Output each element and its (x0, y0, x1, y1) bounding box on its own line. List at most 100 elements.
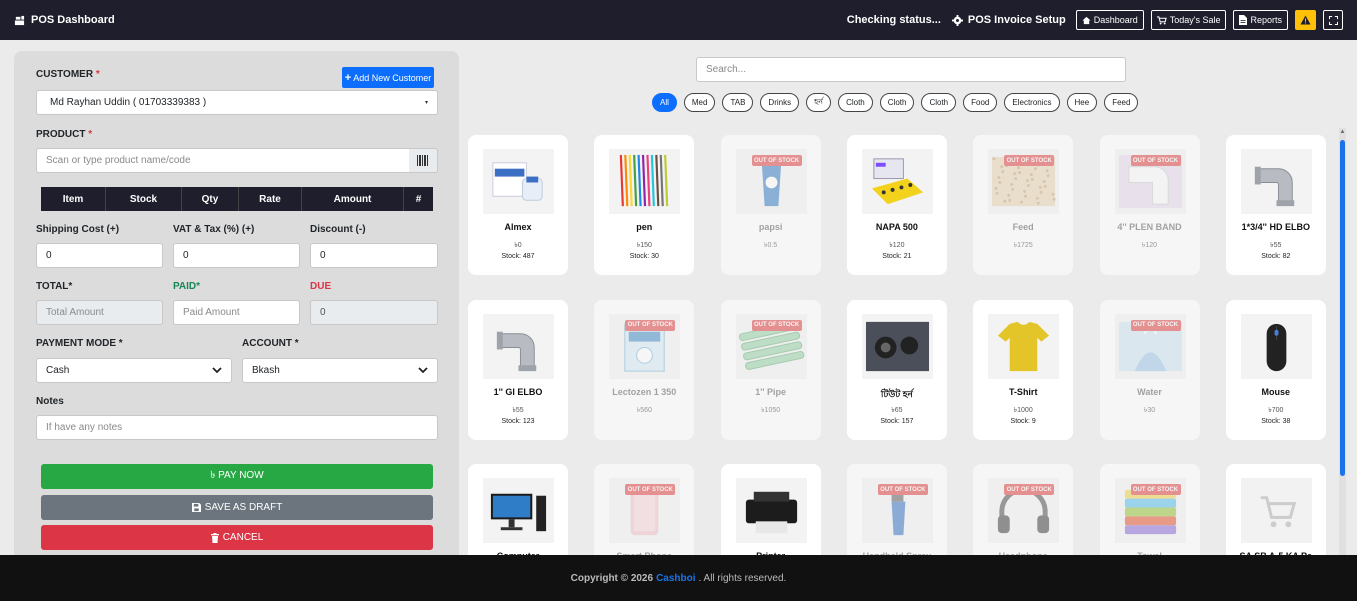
pay-now-label: ৳ PAY NOW (210, 470, 264, 481)
category-filter-0[interactable]: All (652, 93, 677, 112)
add-new-customer-button[interactable]: + Add New Customer (342, 67, 434, 88)
product-name: 4'' PLEN BAND (1117, 222, 1182, 232)
warning-button[interactable] (1295, 10, 1316, 30)
product-card[interactable]: NAPA 500 ৳120 Stock: 21 (846, 135, 947, 275)
cart-col-qty: Qty (182, 187, 239, 211)
cart-col-stock: Stock (106, 187, 182, 211)
product-grid: Almex ৳0 Stock: 487 pen ৳150 Stock: 30 OUT OF … (466, 127, 1337, 555)
category-filter-11[interactable]: Feed (1104, 93, 1139, 112)
notes-input[interactable]: If have any notes (36, 415, 438, 440)
reports-button[interactable]: Reports (1233, 10, 1288, 30)
product-card[interactable]: SA SB A-5 KA Pe (1225, 464, 1326, 555)
shipping-cost-input[interactable]: 0 (36, 243, 163, 268)
shipping-cost-value: 0 (46, 250, 52, 261)
product-search-input[interactable]: Scan or type product name/code (36, 148, 410, 173)
out-of-stock-badge: OUT OF STOCK (877, 484, 928, 495)
barcode-scan-button[interactable] (409, 148, 438, 173)
product-card[interactable]: OUT OF STOCKSmart Phone (594, 464, 695, 555)
product-name: Almex (504, 222, 532, 232)
chevron-down-icon (212, 367, 222, 374)
shipping-cost-label: Shipping Cost (+) (36, 224, 120, 235)
payment-mode-select[interactable]: Cash (36, 358, 232, 383)
product-card[interactable]: Almex ৳0 Stock: 487 (468, 135, 568, 275)
todays-sale-button[interactable]: Today's Sale (1150, 10, 1227, 30)
product-stock: Stock: 21 (882, 253, 912, 260)
product-name: Water (1137, 386, 1162, 397)
gear-icon (951, 14, 963, 26)
product-card[interactable]: pen ৳150 Stock: 30 (594, 135, 695, 275)
product-card[interactable]: Computer (468, 464, 568, 555)
cancel-label: CANCEL (222, 532, 264, 543)
product-card[interactable]: OUT OF STOCK Feed ৳1725 (973, 135, 1074, 275)
dashboard-button[interactable]: Dashboard (1075, 10, 1144, 30)
product-price: ৳1725 (1013, 242, 1033, 249)
category-filter-9[interactable]: Electronics (1004, 93, 1060, 112)
scroll-up-icon[interactable]: ▲ (1339, 128, 1346, 136)
total-amount-placeholder: Total Amount (46, 307, 104, 318)
product-card[interactable]: OUT OF STOCK Water ৳30 (1099, 299, 1200, 440)
brand-title: POS Dashboard (31, 14, 115, 26)
product-card[interactable]: OUT OF STOCKHeadphone (973, 464, 1074, 555)
footer-brand-link[interactable]: Cashboi (656, 573, 695, 584)
category-filter-2[interactable]: TAB (722, 93, 754, 112)
category-filter-7[interactable]: Cloth (921, 93, 957, 112)
product-card[interactable]: Mouse ৳700 Stock: 38 (1225, 299, 1326, 440)
vat-tax-input[interactable]: 0 (173, 243, 300, 268)
fullscreen-button[interactable] (1323, 10, 1343, 30)
category-filter-10[interactable]: Hee (1066, 93, 1098, 112)
product-price: ৳150 (636, 242, 652, 249)
product-image (988, 313, 1060, 379)
pos-invoice-setup-label: POS Invoice Setup (967, 14, 1066, 26)
customer-select[interactable]: Md Rayhan Uddin ( 01703339383 ) ▾ (36, 90, 438, 115)
category-filter-8[interactable]: Food (963, 93, 998, 112)
out-of-stock-badge: OUT OF STOCK (1004, 484, 1055, 495)
product-card[interactable]: OUT OF STOCKHandheld Spray (846, 464, 947, 555)
account-select[interactable]: Bkash (242, 358, 438, 383)
vat-tax-value: 0 (183, 250, 189, 261)
customer-label: CUSTOMER * (36, 69, 100, 80)
footer-copyright: Copyright © 2026 (570, 572, 654, 584)
product-card[interactable]: OUT OF STOCK papsi ৳0.5 (720, 135, 821, 275)
product-price: ৳120 (1141, 242, 1158, 249)
category-filter-1[interactable]: Med (683, 93, 716, 112)
category-filter-4[interactable]: হর্ন (806, 93, 832, 112)
notes-label: Notes (36, 396, 64, 407)
product-card[interactable]: OUT OF STOCK 1'' Pipe ৳1050 (720, 299, 821, 440)
product-card[interactable]: 1'' GI ELBO ৳55 Stock: 123 (468, 299, 568, 440)
category-filter-5[interactable]: Cloth (838, 93, 873, 112)
home-icon (1082, 16, 1091, 24)
product-price: ৳1000 (1013, 406, 1033, 414)
pos-invoice-setup-link[interactable]: POS Invoice Setup (951, 14, 1066, 26)
product-card[interactable]: 1*3/4'' HD ELBO ৳55 Stock: 82 (1225, 135, 1326, 275)
product-card[interactable]: টিউট হর্ন ৳65 Stock: 157 (846, 299, 947, 440)
total-label: TOTAL* (36, 281, 73, 292)
product-stock: Stock: 123 (501, 417, 535, 425)
save-as-draft-button[interactable]: SAVE AS DRAFT (41, 495, 433, 520)
due-amount-value: 0 (320, 307, 326, 318)
product-search-placeholder: Scan or type product name/code (46, 155, 191, 166)
product-grid-scroll-thumb[interactable] (1340, 140, 1345, 476)
product-card[interactable]: OUT OF STOCK 4'' PLEN BAND ৳120 (1099, 135, 1200, 275)
out-of-stock-badge: OUT OF STOCK (1130, 319, 1181, 331)
category-filter-6[interactable]: Cloth (879, 93, 915, 112)
product-card[interactable]: OUT OF STOCKTowel (1099, 464, 1200, 555)
product-filter-search-input[interactable]: Search... (696, 57, 1126, 82)
product-price: ৳55 (1270, 242, 1282, 249)
product-price: ৳700 (1268, 406, 1284, 414)
cancel-button[interactable]: CANCEL (41, 525, 433, 550)
pay-now-button[interactable]: ৳ PAY NOW (41, 464, 433, 489)
paid-amount-input[interactable]: Paid Amount (173, 300, 300, 325)
product-stock: Stock: 82 (1261, 253, 1291, 260)
discount-input[interactable]: 0 (310, 243, 438, 268)
product-name: pen (636, 222, 653, 232)
product-card[interactable]: OUT OF STOCK Lectozen 1 350 ৳560 (594, 299, 695, 440)
product-card[interactable]: T-Shirt ৳1000 Stock: 9 (973, 299, 1074, 440)
product-price: ৳1050 (761, 406, 781, 414)
product-price: ৳560 (636, 406, 652, 414)
product-label: PRODUCT * (36, 129, 93, 140)
product-image (483, 149, 554, 214)
product-card[interactable]: Printer (720, 464, 821, 555)
product-filter-search-placeholder: Search... (706, 64, 747, 75)
category-filter-3[interactable]: Drinks (760, 93, 800, 112)
brand[interactable]: POS Dashboard (14, 14, 115, 26)
